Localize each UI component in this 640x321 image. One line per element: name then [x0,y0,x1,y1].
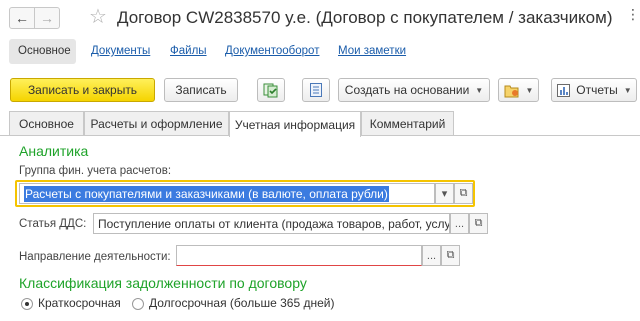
toolbar: Записать и закрыть Записать Создать на о… [0,76,640,104]
chevron-down-icon: ▼ [475,85,484,95]
nav-link-main[interactable]: Основное [18,45,71,57]
nav-link-files[interactable]: Файлы [170,45,207,57]
radio-short-term[interactable] [21,298,33,310]
radio-long-term-label[interactable]: Долгосрочная (больше 365 дней) [149,296,334,310]
direction-open-button[interactable]: ⧉ [441,245,460,266]
form-navigation: Основное Документы Файлы Документооборот… [0,36,640,66]
classification-section-title: Классификация задолженности по договору [19,275,307,291]
fin-group-field[interactable]: Расчеты с покупателями и заказчиками (в … [19,183,435,204]
chevron-down-icon: ▾ [441,188,448,200]
reports-button[interactable]: Отчеты ▼ [551,78,637,102]
ellipsis-icon: ... [454,217,465,230]
dds-field[interactable]: Поступление оплаты от клиента (продажа т… [93,213,450,234]
favorite-star-icon[interactable]: ☆ [89,6,107,28]
nav-link-document-flow[interactable]: Документооборот [225,45,319,57]
fin-group-dropdown-button[interactable]: ▾ [435,183,454,204]
reports-label: Отчеты [576,83,618,97]
back-button[interactable]: ← [9,7,35,29]
report-icon [557,83,571,97]
dds-value: Поступление оплаты от клиента (продажа т… [98,216,450,231]
arrow-left-icon: ← [15,10,29,26]
title-bar: ← → ☆ Договор CW2838570 у.е. (Договор с … [0,0,640,36]
radio-long-term[interactable] [132,298,144,310]
analytics-section-title: Аналитика [19,143,89,159]
documents-green-icon [263,83,278,98]
tab-accounting-info[interactable]: Учетная информация [229,111,361,137]
create-based-on-button[interactable]: Создать на основании ▼ [338,78,490,102]
ellipsis-icon: ... [426,249,437,262]
open-icon: ⧉ [459,187,468,199]
radio-short-term-label[interactable]: Краткосрочная [38,296,121,310]
fin-group-label: Группа фин. учета расчетов: [19,165,172,177]
nav-link-documents[interactable]: Документы [91,45,150,57]
window-title: Договор CW2838570 у.е. (Договор с покупа… [117,8,613,27]
create-based-on-label: Создать на основании [344,83,470,97]
dds-open-button[interactable]: ⧉ [469,213,488,234]
print-dropdown-button[interactable]: ▼ [498,78,539,102]
nav-link-my-notes[interactable]: Мои заметки [338,45,406,57]
tab-comment[interactable]: Комментарий [361,111,454,136]
direction-label: Направление деятельности: [19,251,171,263]
save-button[interactable]: Записать [164,78,238,102]
list-document-icon [310,83,322,97]
forward-button[interactable]: → [34,7,60,29]
save-and-close-button[interactable]: Записать и закрыть [10,78,155,102]
tab-bar: Основное Расчеты и оформление Учетная ин… [0,111,640,137]
tab-main[interactable]: Основное [9,111,84,136]
open-icon: ⧉ [474,217,483,229]
arrow-right-icon: → [40,10,54,26]
direction-field[interactable] [176,245,422,266]
post-documents-button[interactable] [257,78,285,102]
chevron-down-icon: ▼ [623,85,632,95]
journal-button[interactable] [302,78,330,102]
fin-group-open-button[interactable]: ⧉ [454,183,473,204]
tab-payments-and-registration[interactable]: Расчеты и оформление [84,111,229,136]
dds-select-button[interactable]: ... [450,213,469,234]
direction-select-button[interactable]: ... [422,245,441,266]
fin-group-value: Расчеты с покупателями и заказчиками (в … [24,185,389,202]
dds-label: Статья ДДС: [19,218,87,230]
chevron-down-icon: ▼ [525,85,534,95]
open-icon: ⧉ [446,249,455,261]
folder-print-icon [504,85,519,97]
more-options-icon[interactable]: ⋮ [626,6,640,23]
